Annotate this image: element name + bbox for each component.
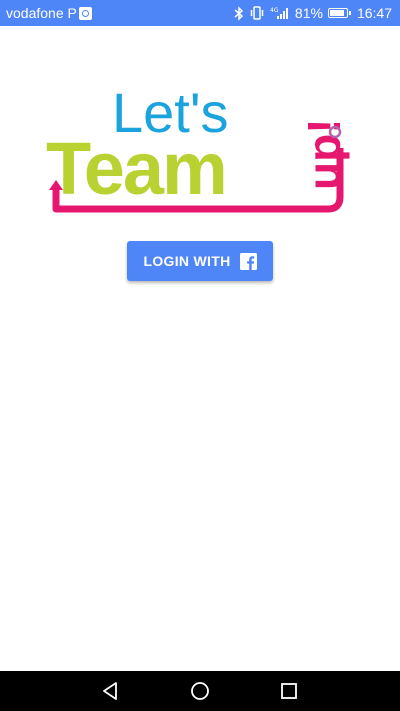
status-left: vodafone P bbox=[6, 0, 92, 26]
navigation-bar bbox=[0, 671, 400, 711]
status-right: 4G 81% 16:47 bbox=[234, 0, 392, 26]
svg-text:4G: 4G bbox=[270, 7, 279, 14]
vibrate-icon bbox=[249, 5, 265, 21]
signal-icon: 4G bbox=[270, 5, 290, 21]
status-bar: vodafone P 4G 81% 16:47 bbox=[0, 0, 400, 26]
lets-team-up-logo: Let's Team up! bbox=[46, 81, 350, 213]
battery-percent: 81% bbox=[294, 5, 323, 21]
battery-icon bbox=[327, 8, 351, 18]
logo-up-text: up! bbox=[298, 118, 350, 190]
login-with-facebook-button[interactable]: LOGIN WITH bbox=[127, 241, 273, 281]
screen: vodafone P 4G 81% 16:47 Let's Team up! L… bbox=[0, 0, 400, 711]
back-icon[interactable] bbox=[99, 680, 121, 702]
clock: 16:47 bbox=[356, 5, 392, 21]
login-button-label: LOGIN WITH bbox=[143, 253, 231, 269]
logo-up-group: up! bbox=[298, 118, 350, 190]
facebook-icon bbox=[239, 252, 257, 270]
carrier-name: vodafone P bbox=[6, 5, 77, 21]
bluetooth-icon bbox=[234, 5, 244, 21]
sim-icon bbox=[78, 6, 92, 20]
home-icon[interactable] bbox=[189, 680, 211, 702]
recents-icon[interactable] bbox=[278, 680, 300, 702]
logo-team-text: Team bbox=[46, 127, 226, 210]
